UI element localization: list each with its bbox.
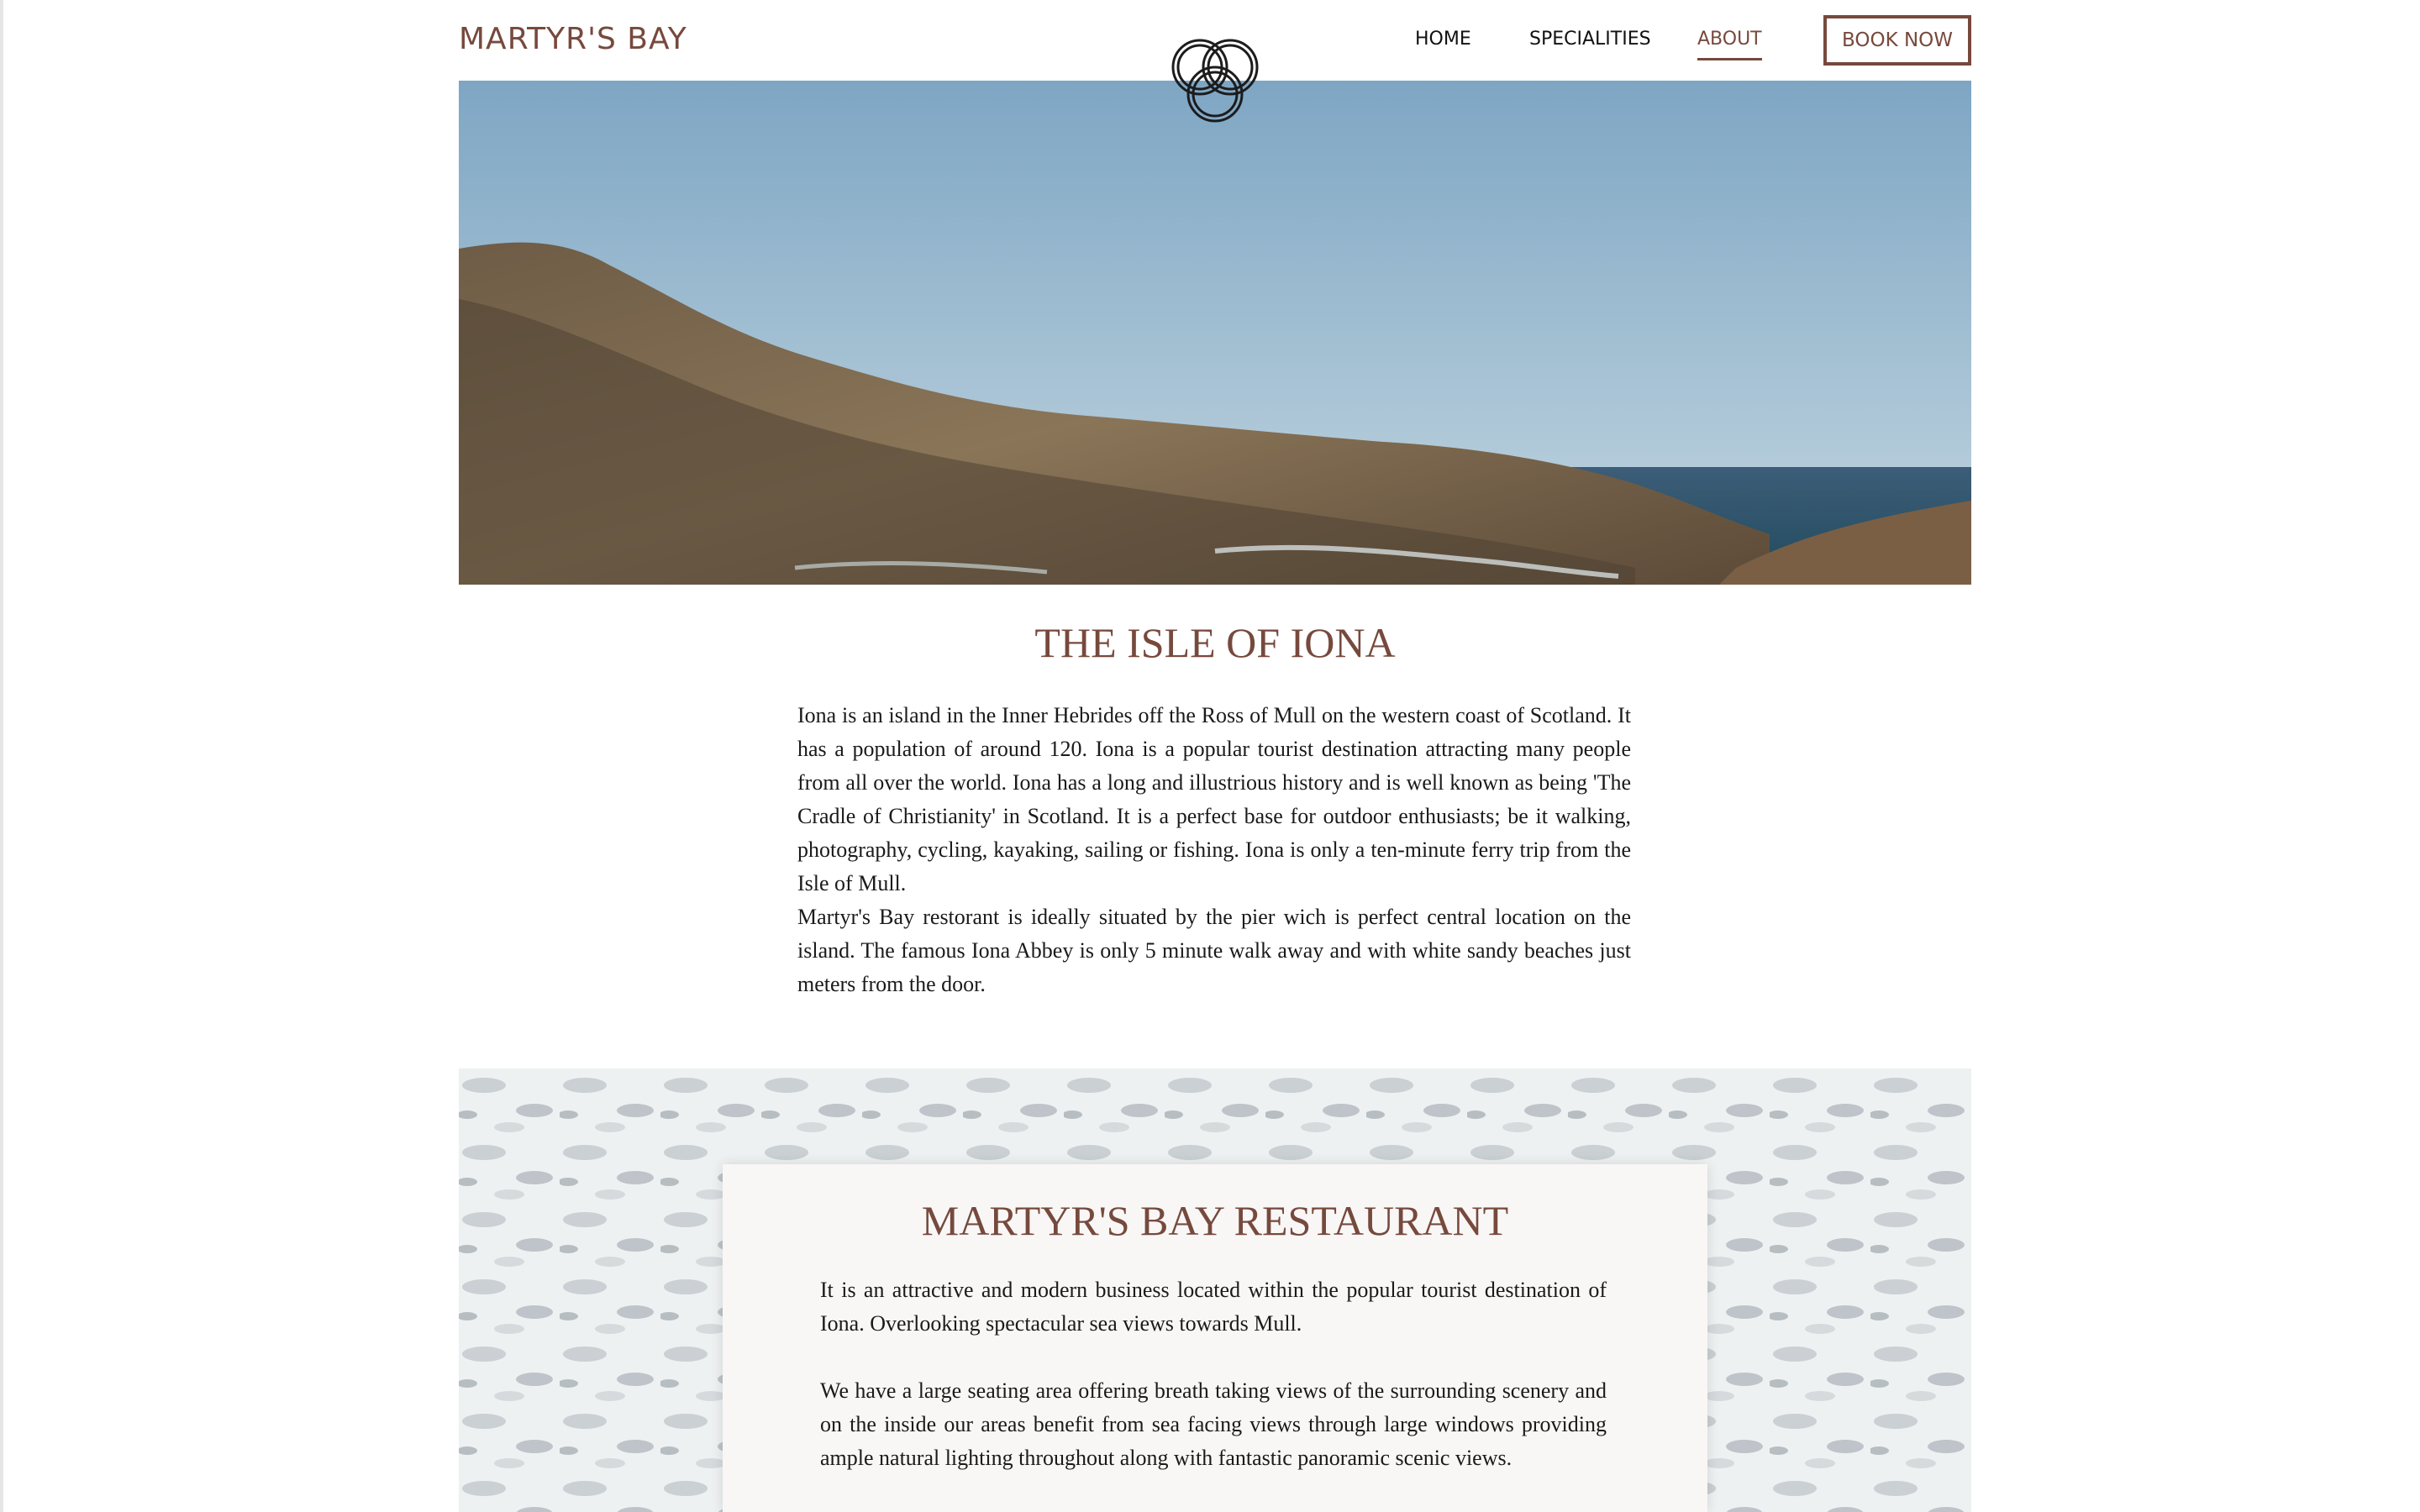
hero-coastline-image [459, 81, 1971, 585]
interlocking-rings-logo-icon[interactable] [1161, 29, 1269, 136]
nav-home[interactable]: HOME [1415, 29, 1471, 58]
brand-logo-text[interactable]: MARTYR'S BAY [459, 22, 687, 56]
book-now-button[interactable]: BOOK NOW [1823, 15, 1971, 66]
iona-paragraph-1: Iona is an island in the Inner Hebrides … [797, 703, 1631, 895]
section-title-iona: THE ISLE OF IONA [1034, 619, 1396, 666]
nav-specialities[interactable]: SPECIALITIES [1529, 29, 1651, 58]
restaurant-paragraph-1: It is an attractive and modern business … [820, 1278, 1607, 1336]
restaurant-paragraph-2: We have a large seating area offering br… [820, 1378, 1607, 1470]
iona-paragraph-2: Martyr's Bay restorant is ideally situat… [797, 905, 1631, 996]
section-title-restaurant: MARTYR'S BAY RESTAURANT [921, 1197, 1509, 1244]
page: MARTYR'S BAY HOME SPECIALITIES ABOUT BOO… [0, 0, 2420, 1512]
nav-about[interactable]: ABOUT [1697, 29, 1762, 60]
